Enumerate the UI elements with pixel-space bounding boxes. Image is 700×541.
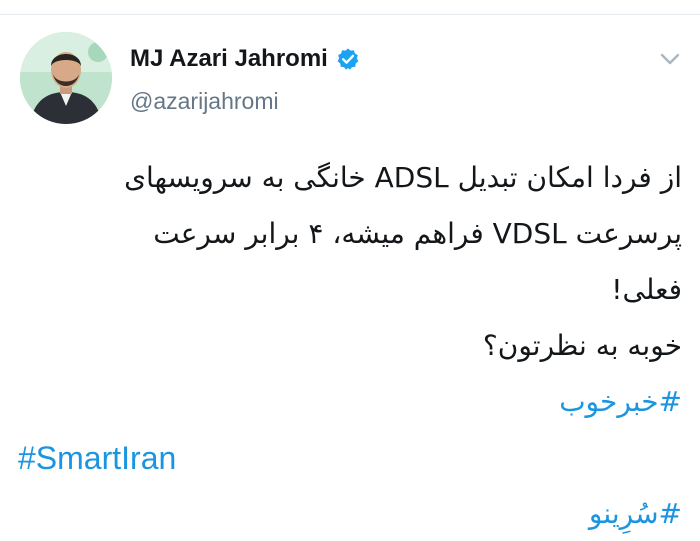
tweet-text-line: خوبه به نظرتون؟ [482, 329, 682, 362]
profile-photo-icon [20, 32, 112, 124]
avatar[interactable] [20, 32, 112, 124]
author-name-row[interactable]: MJ Azari Jahromi [130, 44, 360, 74]
verified-badge-icon [337, 48, 359, 70]
author-handle[interactable]: @azarijahromi [130, 88, 279, 115]
tweet-text: از فردا امکان تبدیل ADSL خانگی به سرویسه… [18, 150, 682, 541]
author-display-name[interactable]: MJ Azari Jahromi [130, 45, 328, 73]
tweet-text-line: پرسرعت VDSL فراهم میشه، ۴ برابر سرعت [153, 217, 682, 250]
top-divider [0, 14, 700, 15]
hashtag-link[interactable]: #سُرِینو [18, 486, 682, 541]
tweet-text-line: فعلی! [611, 273, 682, 306]
chevron-down-icon[interactable] [660, 52, 680, 66]
tweet-text-line: از فردا امکان تبدیل ADSL خانگی به سرویسه… [124, 161, 682, 194]
hashtag-link[interactable]: #SmartIran [18, 430, 682, 486]
hashtag-link[interactable]: #خبرخوب [18, 374, 682, 430]
